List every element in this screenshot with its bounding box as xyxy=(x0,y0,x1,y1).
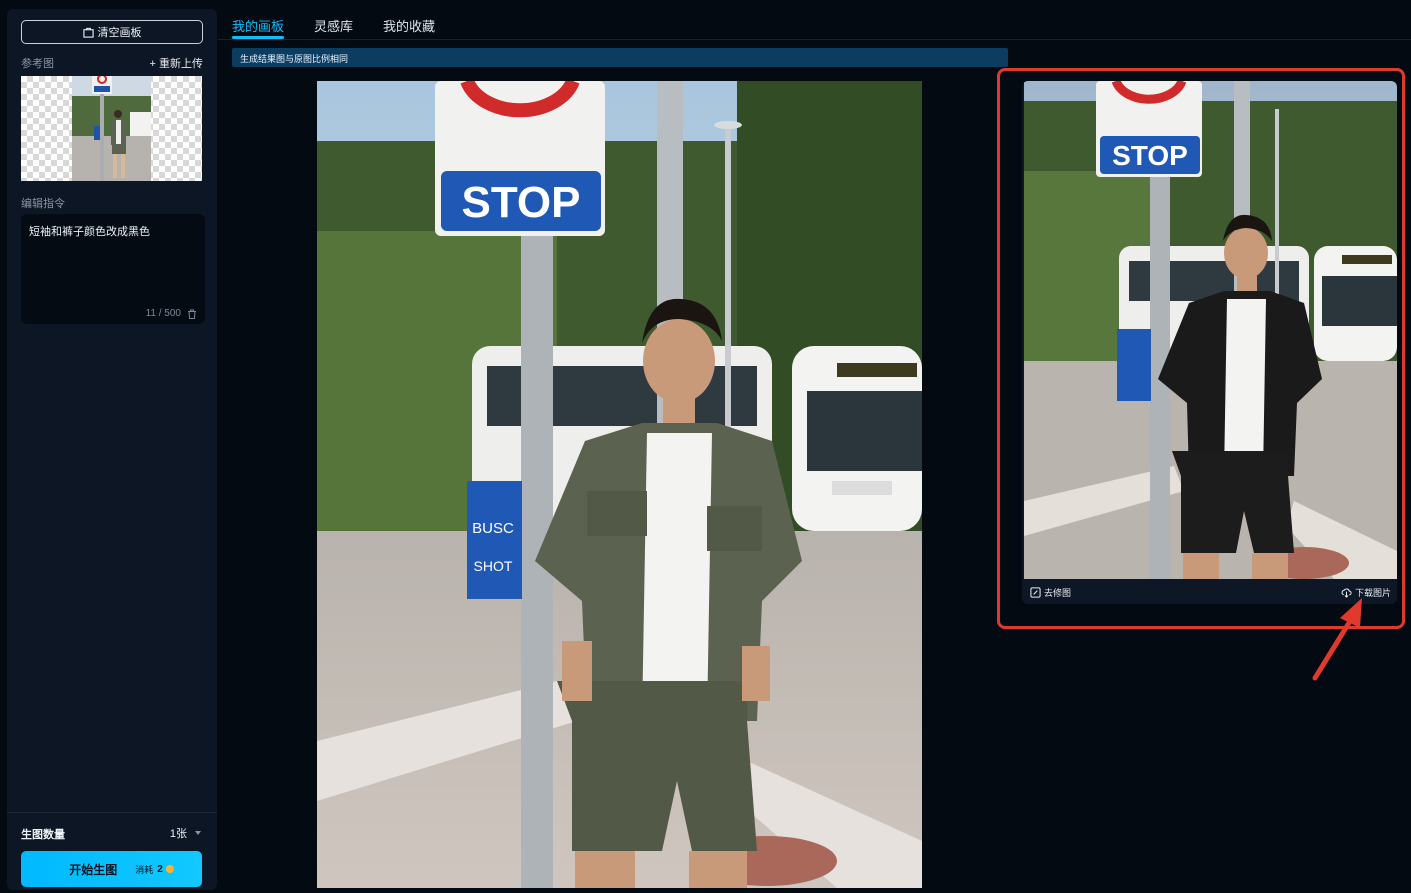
ratio-notice: 生成结果图与原图比例相同 xyxy=(232,48,1008,67)
prompt-textarea[interactable]: 短袖和裤子颜色改成黑色 11 / 500 xyxy=(21,214,205,324)
result-stop-sign-text: STOP xyxy=(1112,140,1188,171)
svg-text:SHOT: SHOT xyxy=(474,558,513,574)
image-count-select[interactable]: 1张 xyxy=(170,825,201,841)
image-count-label: 生图数量 xyxy=(21,829,65,841)
chevron-down-icon xyxy=(195,831,201,835)
svg-text:BUSC: BUSC xyxy=(472,520,514,537)
sidebar: 清空画板 参考图 + 重新上传 编辑指令 短袖和裤子颜色改成黑色 11 / 50… xyxy=(7,9,217,890)
prompt-text: 短袖和裤子颜色改成黑色 xyxy=(29,226,150,238)
reference-title: 参考图 xyxy=(21,58,54,70)
cost-value: 2 xyxy=(157,863,163,875)
tab-my-canvas[interactable]: 我的画板 xyxy=(232,0,285,39)
tab-favorites[interactable]: 我的收藏 xyxy=(383,0,435,39)
canvas-icon xyxy=(82,27,94,38)
coin-icon xyxy=(165,865,174,873)
original-image[interactable]: STOP BUSC SHOT xyxy=(317,81,922,888)
trash-icon[interactable] xyxy=(187,309,197,319)
sidebar-divider xyxy=(7,812,217,813)
edit-icon xyxy=(1030,587,1041,598)
app-root: 清空画板 参考图 + 重新上传 编辑指令 短袖和裤子颜色改成黑色 11 / 50… xyxy=(0,0,1411,893)
start-generate-button[interactable]: 开始生图 消耗 2 xyxy=(21,851,202,887)
top-tabs: 我的画板 灵感库 我的收藏 xyxy=(232,0,435,40)
clear-canvas-button[interactable]: 清空画板 xyxy=(21,20,203,44)
reupload-link[interactable]: + 重新上传 xyxy=(150,55,203,71)
result-image[interactable]: STOP xyxy=(1024,81,1397,579)
prompt-char-count: 11 / 500 xyxy=(145,308,181,319)
cost-label: 消耗 xyxy=(135,864,154,875)
red-arrow-annotation xyxy=(1312,598,1362,681)
image-count-value: 1张 xyxy=(169,828,187,840)
clear-canvas-label: 清空画板 xyxy=(97,27,142,39)
stop-sign-text: STOP xyxy=(461,178,580,227)
retouch-label: 去修图 xyxy=(1044,588,1072,598)
reference-image[interactable] xyxy=(21,76,202,181)
edit-instruction-title: 编辑指令 xyxy=(21,198,65,210)
reference-photo xyxy=(72,76,151,181)
tab-inspiration[interactable]: 灵感库 xyxy=(314,0,353,39)
result-card: STOP 去修图 下载图片 xyxy=(1022,81,1397,604)
start-generate-label: 开始生图 xyxy=(69,862,118,877)
tabs-divider xyxy=(218,39,1411,40)
retouch-button[interactable]: 去修图 xyxy=(1030,586,1071,599)
